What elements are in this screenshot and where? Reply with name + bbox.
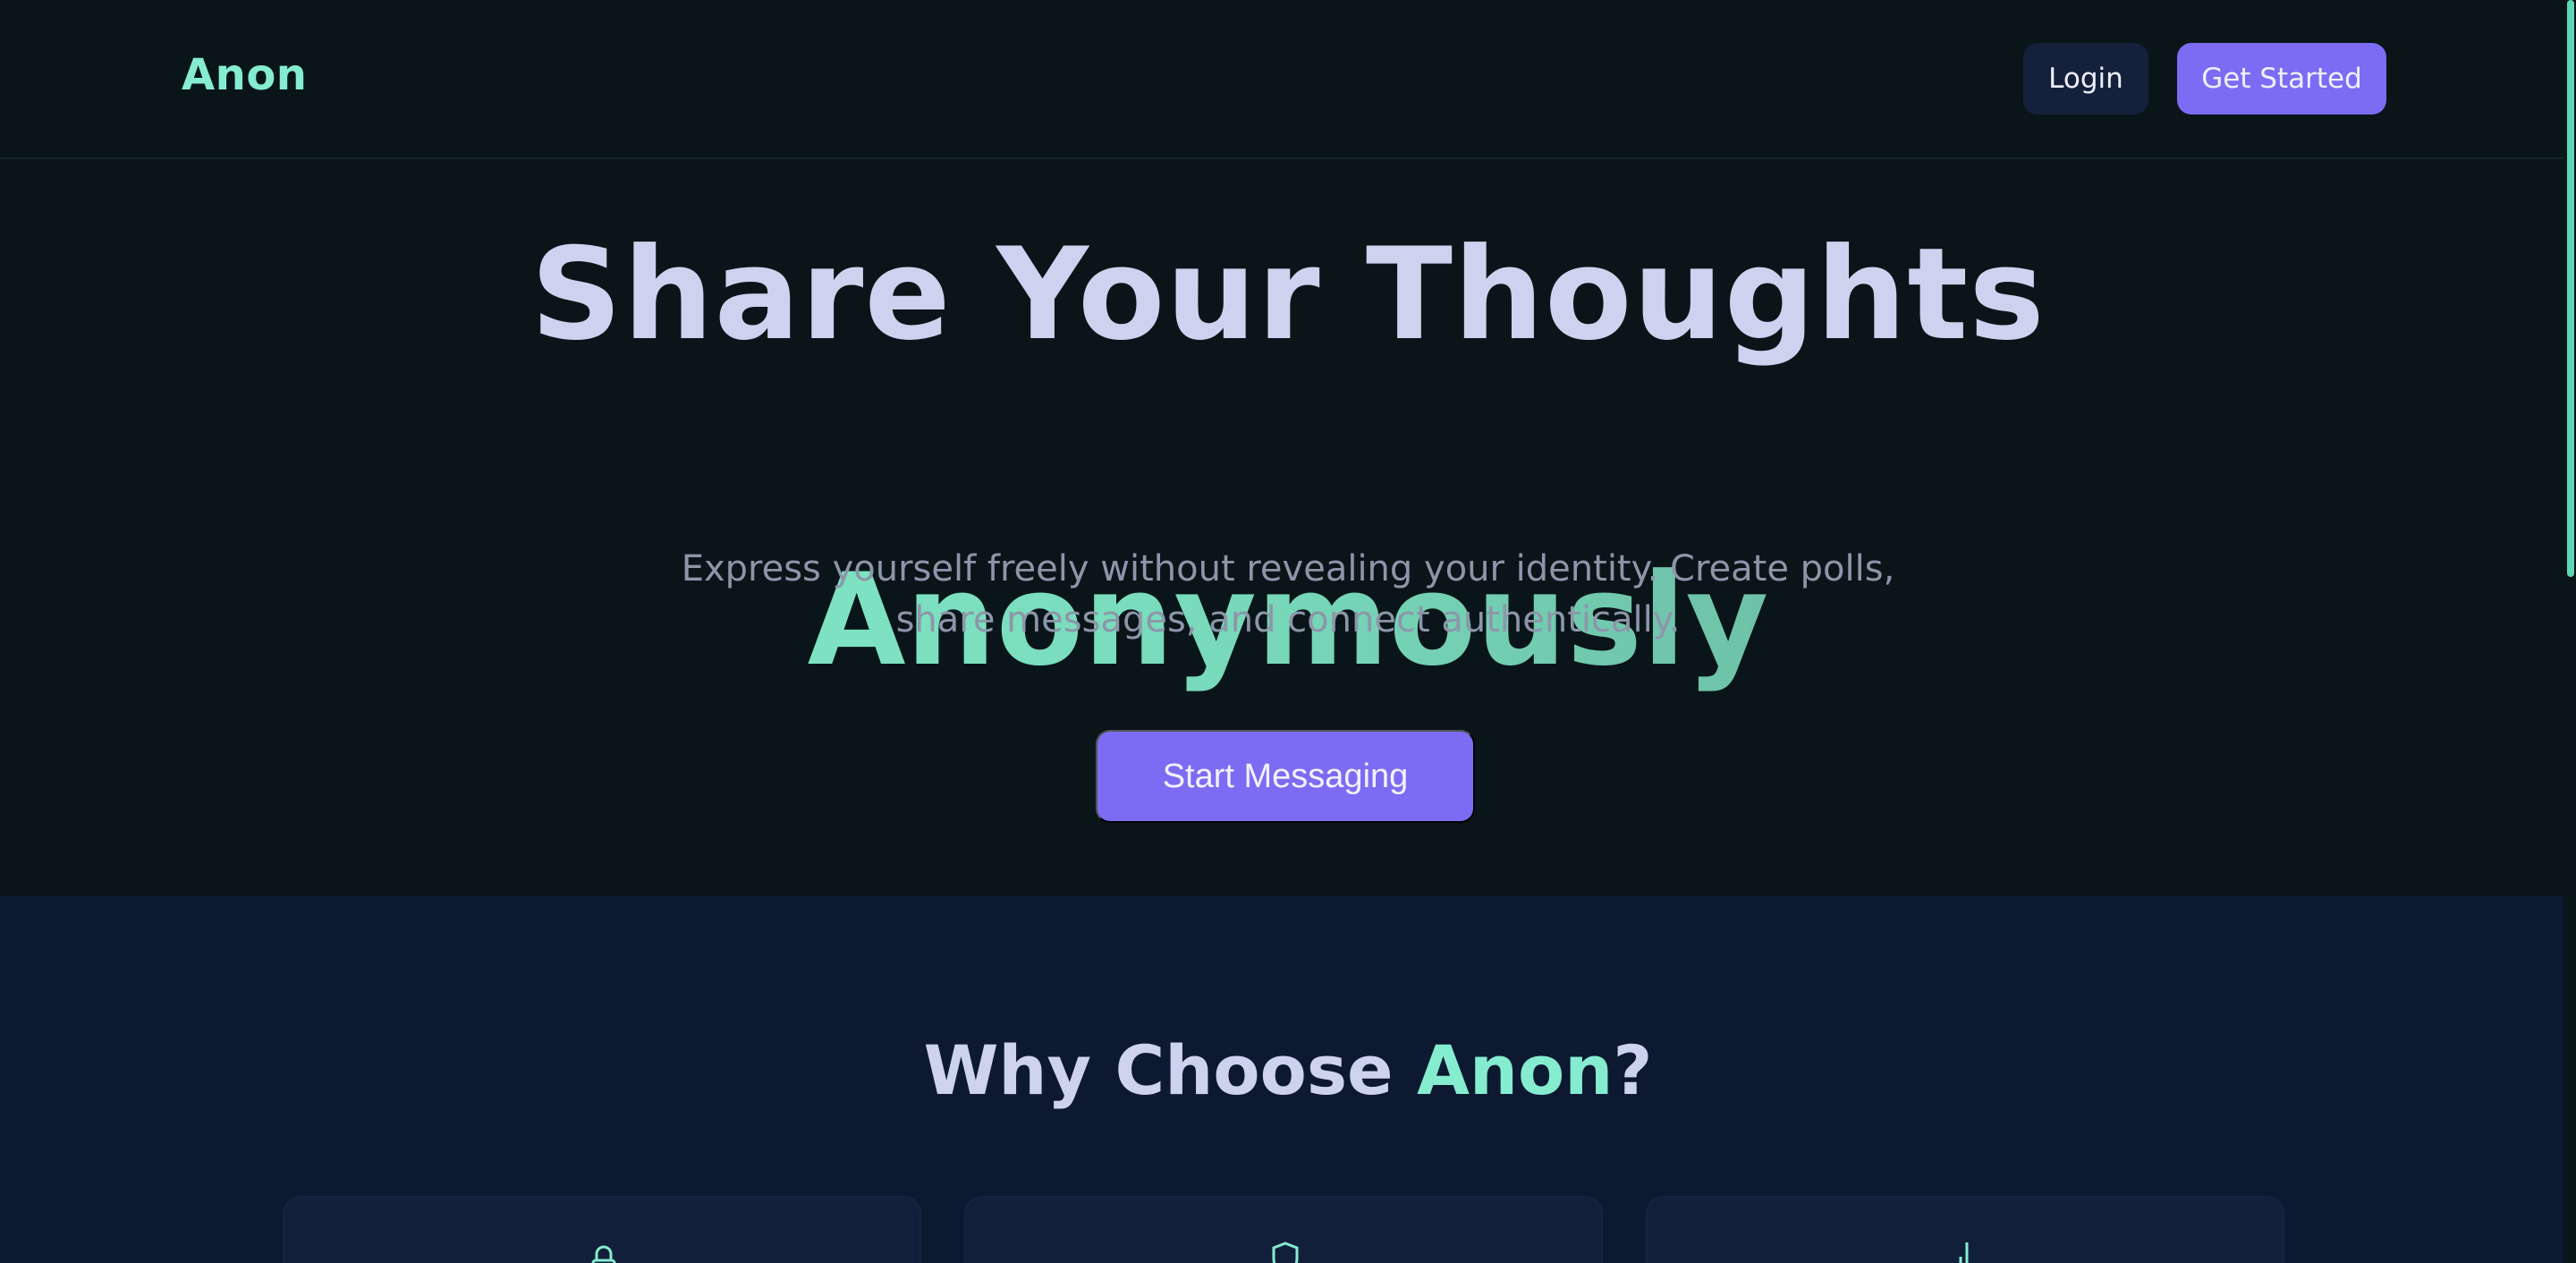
get-started-button[interactable]: Get Started — [2177, 43, 2386, 114]
features-section: Why Choose Anon? — [0, 896, 2576, 1263]
features-title: Why Choose Anon? — [0, 1030, 2576, 1110]
hero-subtitle: Express yourself freely without revealin… — [662, 544, 1914, 646]
scrollbar-thumb[interactable] — [2567, 0, 2574, 577]
hero-subtitle-line1: Express yourself freely without revealin… — [681, 548, 1895, 589]
feature-card-3 — [1646, 1196, 2284, 1263]
top-nav: Anon Login Get Started — [0, 0, 2576, 159]
chart-icon — [1959, 1242, 1969, 1263]
landing-page: Anon Login Get Started Share Your Though… — [0, 0, 2576, 1263]
hero-subtitle-line2: share messages, and connect authenticall… — [895, 599, 1681, 640]
logo[interactable]: Anon — [182, 50, 307, 100]
hero-section: Share Your Thoughts Anonymously Express … — [0, 159, 2576, 896]
login-button[interactable]: Login — [2023, 43, 2148, 114]
feature-card-1 — [283, 1196, 921, 1263]
features-title-accent: Anon — [1417, 1030, 1614, 1110]
features-title-suffix: ? — [1613, 1030, 1653, 1110]
features-title-prefix: Why Choose — [923, 1030, 1418, 1110]
shield-icon — [1272, 1242, 1299, 1263]
start-messaging-button[interactable]: Start Messaging — [1096, 730, 1475, 823]
lock-icon — [591, 1245, 616, 1263]
hero-title: Share Your Thoughts — [530, 221, 2046, 369]
feature-card-2 — [964, 1196, 1603, 1263]
